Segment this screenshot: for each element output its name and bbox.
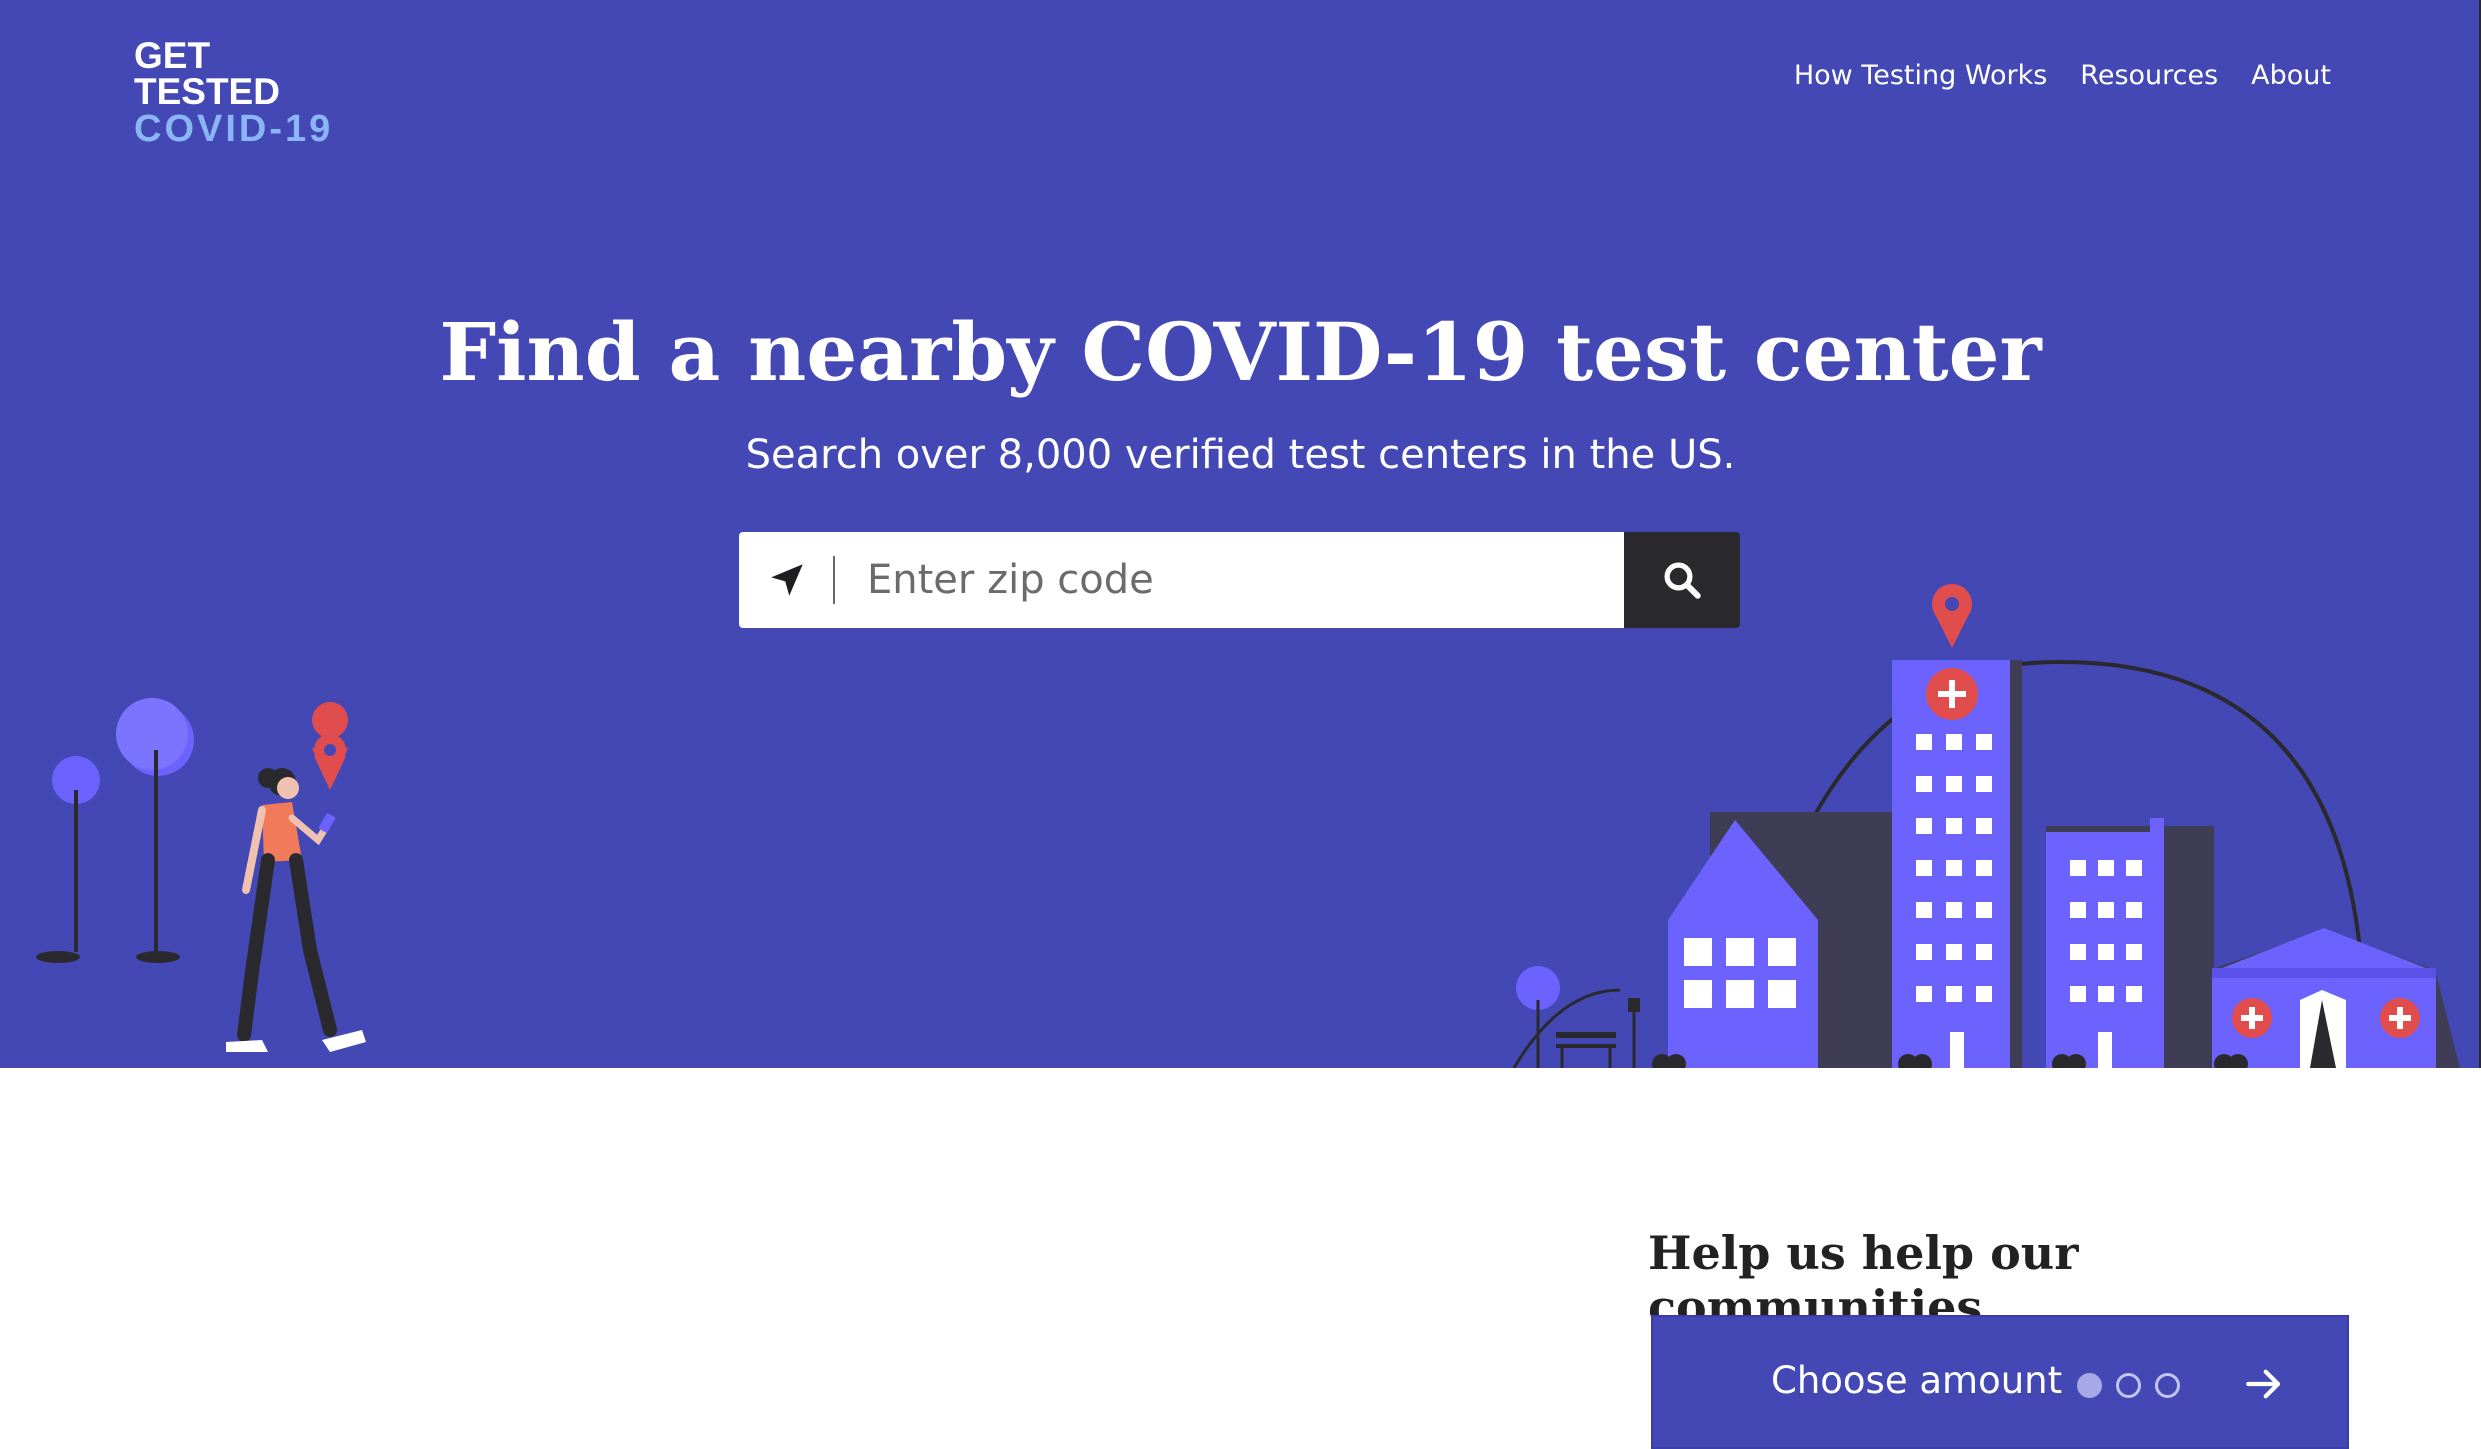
hero-section: GET TESTED COVID-19 How Testing Works Re…: [0, 0, 2481, 1068]
nav-resources[interactable]: Resources: [2080, 60, 2218, 91]
choose-amount-button[interactable]: Choose amount: [1651, 1315, 2349, 1449]
logo-line-1: GET TESTED: [134, 35, 280, 112]
choose-amount-label: Choose amount: [1771, 1359, 2063, 1402]
hospital-city-illustration: [1512, 584, 2460, 1068]
nav-about[interactable]: About: [2251, 60, 2331, 91]
step-dot-1: [2077, 1373, 2102, 1398]
use-location-button[interactable]: [739, 532, 835, 628]
main-nav: How Testing Works Resources About: [1794, 60, 2331, 91]
step-dot-3: [2155, 1373, 2180, 1398]
hero-title: Find a nearby COVID-19 test center: [439, 305, 2042, 399]
step-indicator: [2077, 1373, 2180, 1398]
arrow-right-icon: [2246, 1369, 2281, 1399]
step-dot-2: [2116, 1373, 2141, 1398]
location-arrow-icon: [771, 564, 803, 596]
site-logo[interactable]: GET TESTED COVID-19: [134, 35, 354, 148]
hero-subtitle: Search over 8,000 verified test centers …: [745, 432, 1736, 478]
walking-person-illustration: [36, 698, 366, 1052]
logo-line-2: COVID-19: [134, 108, 334, 150]
nav-how-testing-works[interactable]: How Testing Works: [1794, 60, 2047, 91]
